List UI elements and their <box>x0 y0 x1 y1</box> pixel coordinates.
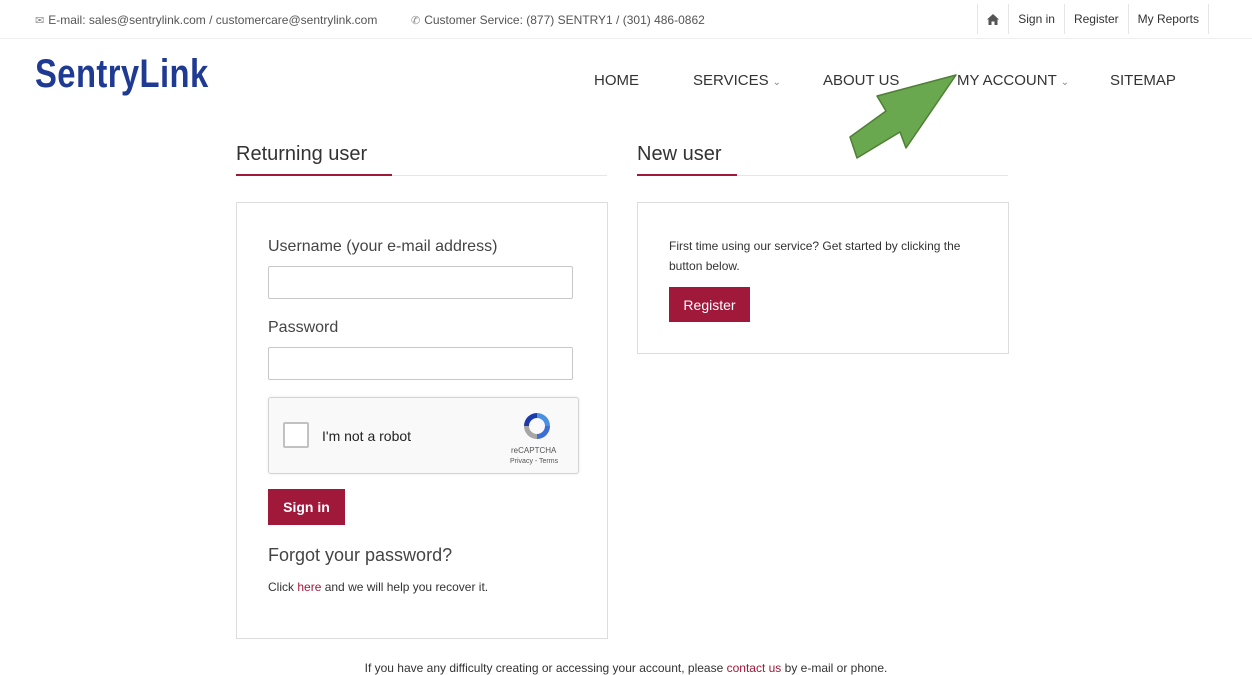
phone-text: Customer Service: (877) SENTRY1 / (301) … <box>424 13 705 27</box>
sentrylink-logo[interactable]: SentryLink <box>35 52 209 97</box>
new-user-underline <box>637 174 737 176</box>
recover-prefix: Click <box>268 580 298 594</box>
password-input[interactable] <box>268 347 573 380</box>
recaptcha-widget: I'm not a robot reCAPTCHA Privacy - Term… <box>268 397 579 474</box>
username-input[interactable] <box>268 266 573 299</box>
nav-services-label: SERVICES <box>693 72 769 89</box>
recaptcha-label: I'm not a robot <box>322 428 412 444</box>
returning-underline <box>236 174 392 176</box>
footer-prefix: If you have any difficulty creating or a… <box>364 661 727 675</box>
sign-in-button[interactable]: Sign in <box>268 489 345 525</box>
nav-sitemap[interactable]: SITEMAP <box>1110 72 1176 89</box>
contact-phone: ✆ Customer Service: (877) SENTRY1 / (301)… <box>411 13 705 27</box>
recaptcha-privacy-terms[interactable]: Privacy - Terms <box>510 458 558 465</box>
nav-account-label: MY ACCOUNT <box>957 72 1057 89</box>
nav-services[interactable]: SERVICES ⌄ <box>693 72 781 89</box>
chevron-down-icon: ⌄ <box>1060 77 1070 88</box>
contact-us-link[interactable]: contact us <box>727 661 782 675</box>
returning-user-title: Returning user <box>236 143 368 165</box>
footer-help-text: If you have any difficulty creating or a… <box>0 661 1252 675</box>
nav-home[interactable]: HOME <box>594 72 639 89</box>
password-label: Password <box>268 319 339 336</box>
nav-about-us[interactable]: ABOUT US <box>823 72 899 89</box>
recaptcha-logo-icon <box>524 413 550 439</box>
top-signin-link[interactable]: Sign in <box>1008 4 1064 34</box>
recaptcha-brand: reCAPTCHA <box>511 446 557 455</box>
contact-email: ✉ E-mail: sales@sentrylink.com / customer… <box>35 13 377 27</box>
new-user-panel: First time using our service? Get starte… <box>637 202 1009 354</box>
top-links: Sign in Register My Reports <box>977 4 1209 34</box>
top-bar: ✉ E-mail: sales@sentrylink.com / customer… <box>0 0 1252 39</box>
new-user-title: New user <box>637 143 722 165</box>
username-label: Username (your e-mail address) <box>268 238 498 255</box>
recover-here-link[interactable]: here <box>297 580 321 594</box>
recaptcha-checkbox[interactable] <box>283 422 309 448</box>
top-register-link[interactable]: Register <box>1063 4 1128 34</box>
envelope-icon: ✉ <box>35 15 45 27</box>
login-panel: Username (your e-mail address) Password … <box>236 202 608 639</box>
chevron-down-icon: ⌄ <box>772 77 781 88</box>
nav-my-account[interactable]: MY ACCOUNT ⌄ <box>957 72 1069 89</box>
top-my-reports-link[interactable]: My Reports <box>1127 4 1209 34</box>
footer-suffix: by e-mail or phone. <box>781 661 888 675</box>
email-text: E-mail: sales@sentrylink.com / customerc… <box>48 13 378 27</box>
forgot-password-title: Forgot your password? <box>268 545 453 565</box>
register-button[interactable]: Register <box>669 287 750 322</box>
recover-suffix: and we will help you recover it. <box>321 580 489 594</box>
recover-text: Click here and we will help you recover … <box>268 580 488 594</box>
phone-icon: ✆ <box>411 15 421 27</box>
home-icon[interactable] <box>977 4 1008 34</box>
new-user-text: First time using our service? Get starte… <box>669 239 961 273</box>
